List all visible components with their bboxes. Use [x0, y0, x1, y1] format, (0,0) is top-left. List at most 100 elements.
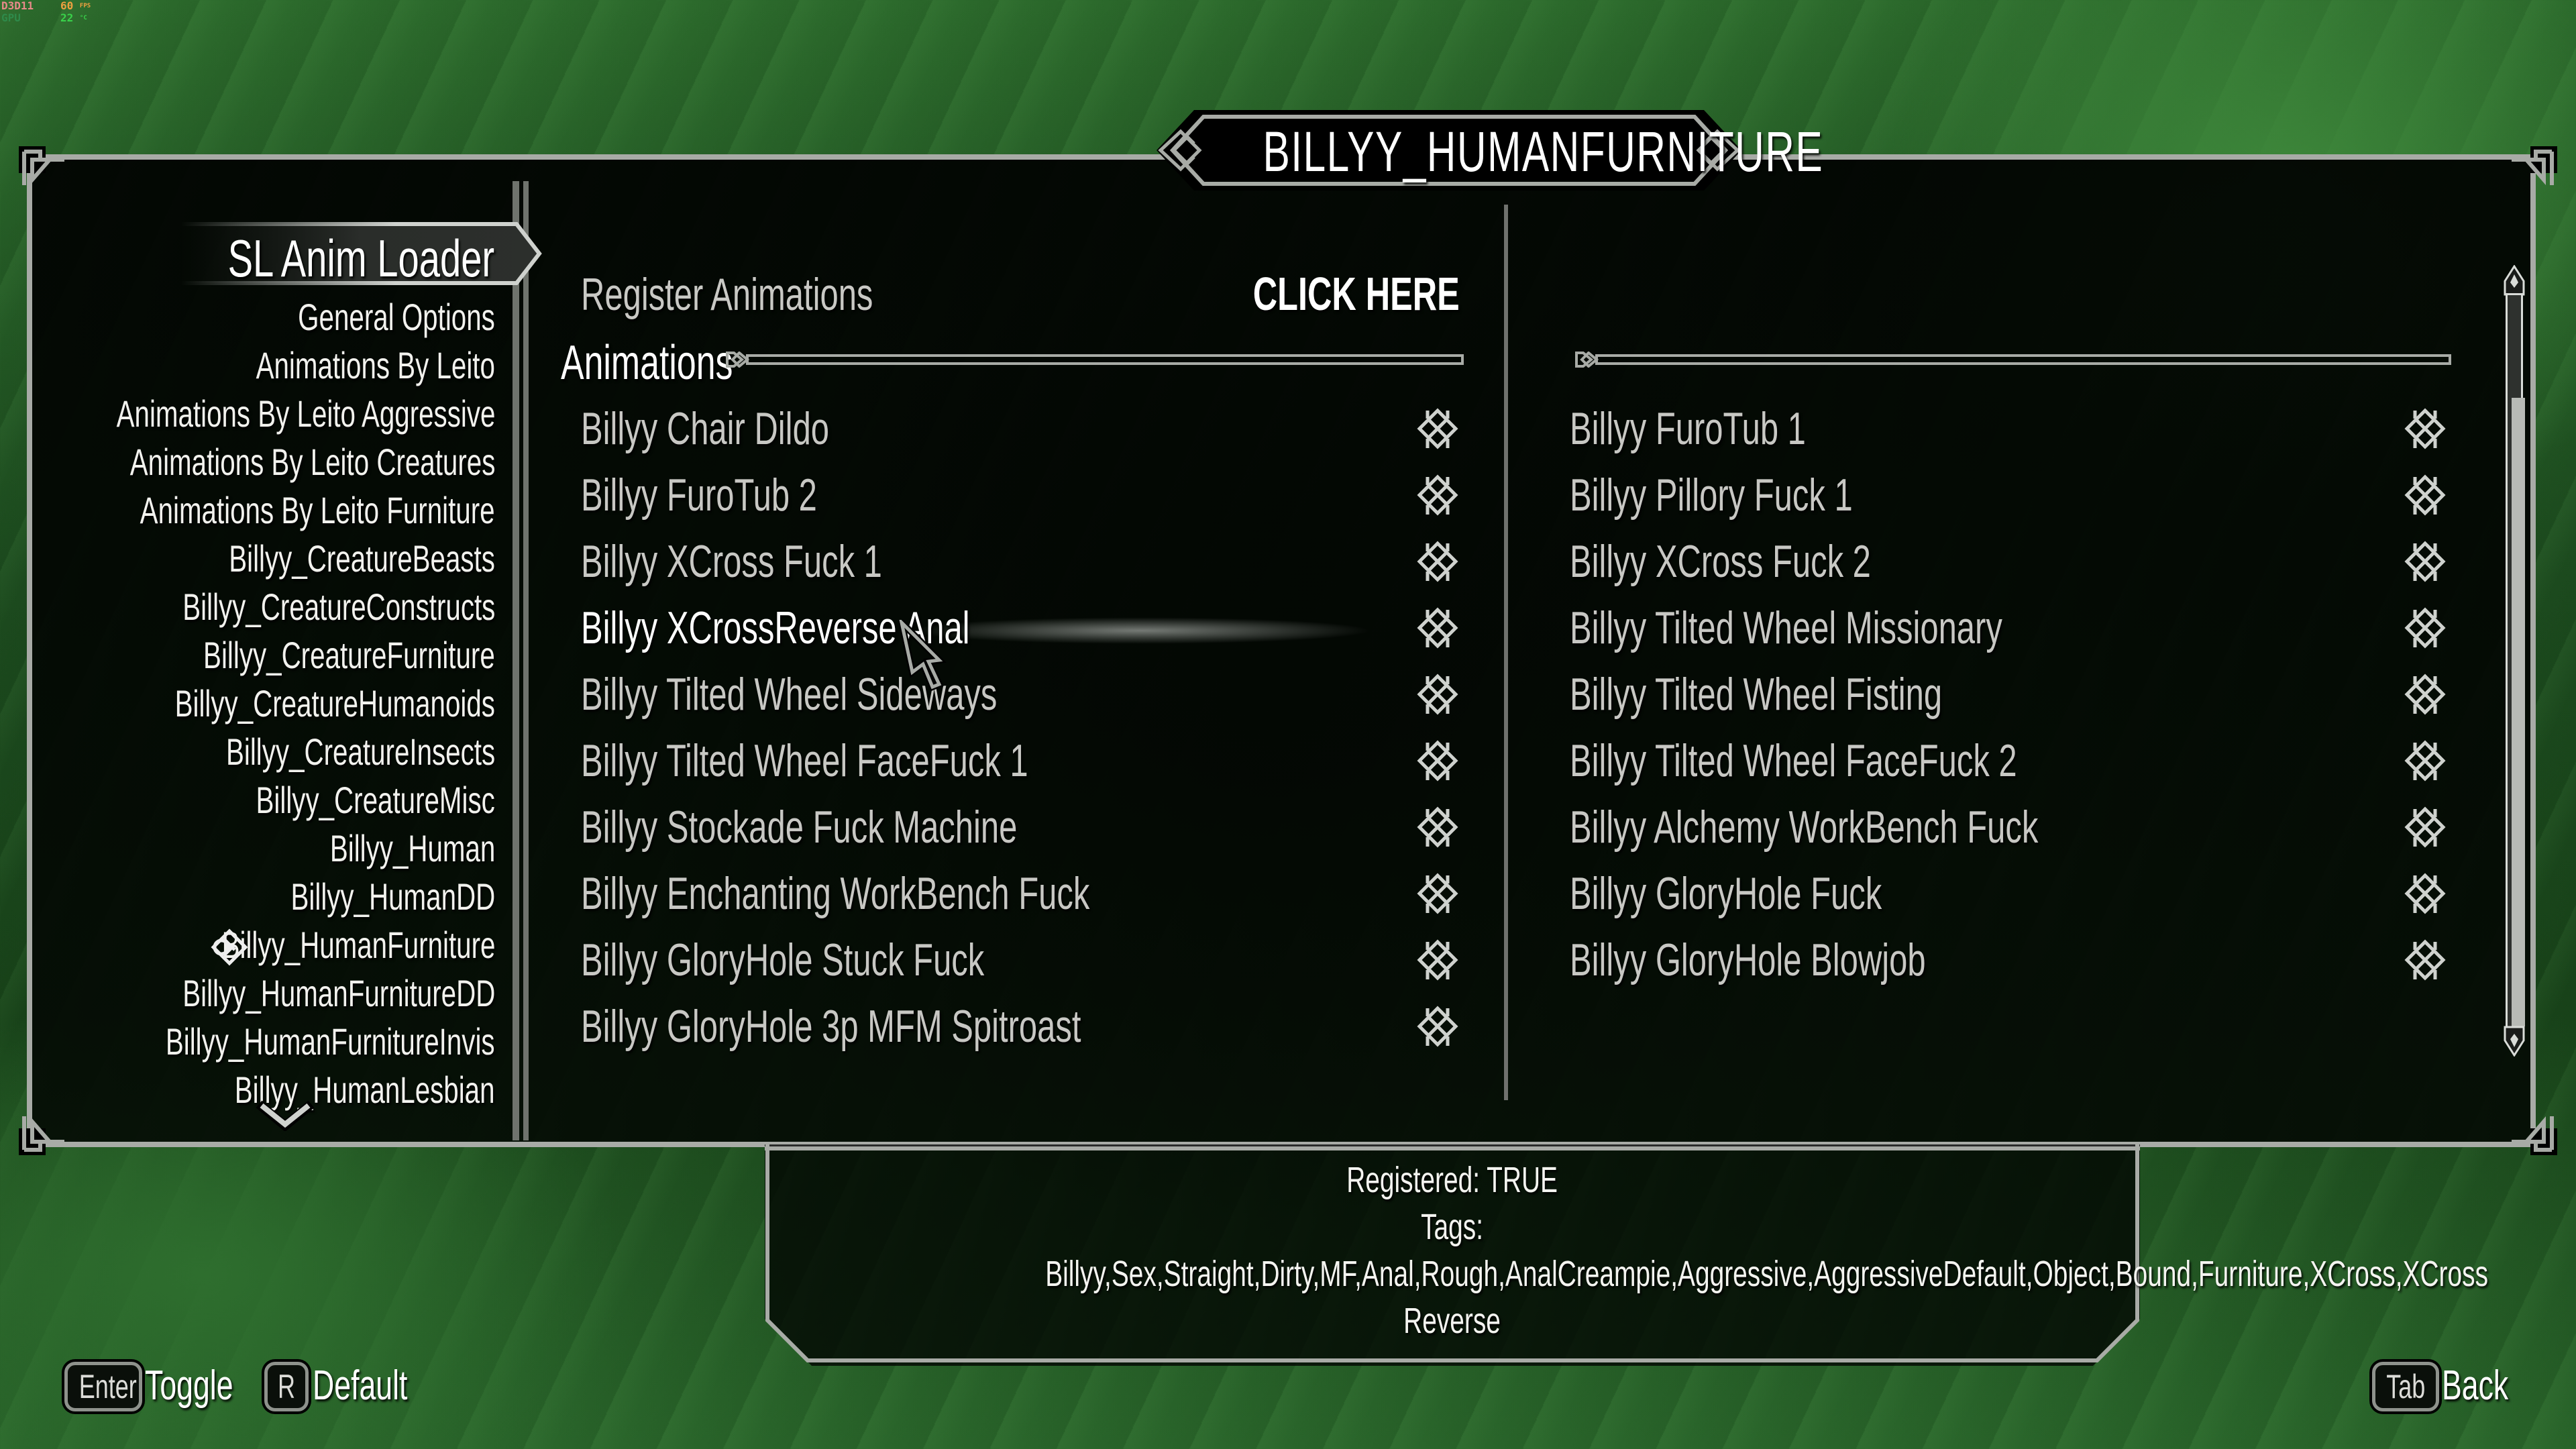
animation-toggle-row[interactable]: Billyy FuroTub 1 — [1570, 402, 2455, 463]
sidebar-item-label: Billyy_CreatureFurniture — [203, 634, 495, 676]
sidebar-item[interactable]: Animations By Leito Furniture — [2, 488, 495, 532]
back-hint[interactable]: Back — [2442, 1362, 2534, 1409]
scrollbar-thumb[interactable] — [2512, 397, 2525, 1026]
animation-toggle-row[interactable]: Billyy XCross Fuck 1 — [581, 535, 1468, 596]
sidebar-item[interactable]: Billyy_CreatureFurniture — [90, 633, 495, 677]
checkbox-unchecked-icon[interactable] — [1414, 1004, 1461, 1051]
sidebar-item-label: Animations By Leito — [256, 344, 495, 386]
animation-toggle-row[interactable]: Billyy Tilted Wheel FaceFuck 1 — [581, 735, 1468, 795]
sidebar-header: SL Anim Loader — [181, 220, 543, 288]
checkbox-unchecked-icon[interactable] — [1414, 473, 1461, 520]
sidebar-item-label: Billyy_CreatureBeasts — [229, 537, 495, 580]
sidebar-header-title: SL Anim Loader — [227, 229, 494, 288]
sidebar-item-label: Billyy_CreatureHumanoids — [174, 682, 495, 724]
checkbox-unchecked-icon[interactable] — [2402, 805, 2449, 852]
checkbox-unchecked-icon[interactable] — [1414, 407, 1461, 453]
sidebar-divider — [513, 181, 519, 1140]
scrollbar-track[interactable] — [2506, 293, 2525, 1028]
checkbox-unchecked-icon[interactable] — [2402, 407, 2449, 453]
scroll-down-arrow-icon[interactable] — [2504, 1026, 2525, 1057]
sidebar-item-label: Billyy_CreatureInsects — [225, 731, 495, 773]
animation-name: Billyy Tilted Wheel Fisting — [1570, 669, 1943, 720]
animation-name: Billyy GloryHole 3p MFM Spitroast — [581, 1001, 1081, 1052]
checkbox-unchecked-icon[interactable] — [1414, 606, 1461, 653]
sidebar-item-label: Billyy_HumanFurnitureDD — [182, 972, 495, 1014]
animation-toggle-row[interactable]: Billyy Stockade Fuck Machine — [581, 801, 1468, 861]
animation-toggle-row[interactable]: Billyy GloryHole Blowjob — [1570, 934, 2455, 994]
animation-name: Billyy Alchemy WorkBench Fuck — [1570, 802, 2039, 853]
sidebar-item[interactable]: Billyy_HumanFurnitureDD — [61, 971, 495, 1015]
animation-toggle-row[interactable]: Billyy FuroTub 2 — [581, 469, 1468, 529]
default-hint[interactable]: Default — [313, 1362, 444, 1409]
sidebar-item[interactable]: Billyy_CreatureBeasts — [125, 537, 495, 580]
r-key-button[interactable]: R — [264, 1362, 309, 1411]
sidebar-item[interactable]: Animations By Leito Creatures — [0, 440, 495, 484]
page-title-banner: BILLYY_HUMANFURNITURE — [1154, 107, 1823, 193]
animation-toggle-row[interactable]: Billyy Enchanting WorkBench Fuck — [581, 867, 1468, 928]
checkbox-unchecked-icon[interactable] — [1414, 871, 1461, 918]
scroll-up-arrow-icon[interactable] — [2504, 264, 2525, 296]
sidebar-item[interactable]: Billyy_Human — [266, 826, 495, 870]
sidebar-item-label: Billyy_Human — [329, 827, 495, 869]
sidebar-item[interactable]: Billyy_CreatureConstructs — [61, 585, 495, 629]
corner-knot-icon — [2509, 144, 2560, 195]
register-animations-label: Register Animations — [581, 269, 873, 320]
animation-name: Billyy Tilted Wheel Sideways — [581, 669, 998, 720]
animation-name: Billyy Enchanting WorkBench Fuck — [581, 868, 1090, 919]
scrollbar[interactable] — [2504, 264, 2525, 1057]
register-animations-button[interactable]: CLICK HERE — [1173, 267, 1460, 321]
animation-toggle-row[interactable]: Billyy Tilted Wheel Missionary — [1570, 602, 2455, 662]
sidebar-item[interactable]: Animations By Leito Aggressive — [0, 392, 495, 435]
checkbox-unchecked-icon[interactable] — [2402, 606, 2449, 653]
toggle-hint[interactable]: Toggle — [145, 1362, 268, 1409]
checkbox-unchecked-icon[interactable] — [2402, 739, 2449, 786]
fps-unit: FPS — [79, 3, 91, 9]
graphics-api-label: D3D11 — [1, 0, 34, 12]
sidebar-item-label: Animations By Leito Aggressive — [116, 392, 495, 435]
checkbox-unchecked-icon[interactable] — [1414, 739, 1461, 786]
animation-name: Billyy GloryHole Fuck — [1570, 868, 1882, 919]
sidebar-item[interactable]: General Options — [221, 295, 495, 339]
animation-toggle-row[interactable]: Billyy Pillory Fuck 1 — [1570, 469, 2455, 529]
performance-overlay: D3D11 60 FPS GPU 22 °C — [1, 0, 91, 24]
animation-name: Billyy Tilted Wheel FaceFuck 2 — [1570, 735, 2017, 786]
checkbox-unchecked-icon[interactable] — [2402, 473, 2449, 520]
animation-toggle-row[interactable]: Billyy Tilted Wheel Fisting — [1570, 668, 2455, 729]
mouse-cursor-icon — [896, 612, 959, 694]
chevron-down-icon[interactable] — [255, 1100, 315, 1132]
animation-toggle-row[interactable]: Billyy Tilted Wheel Sideways — [581, 668, 1468, 729]
checkbox-unchecked-icon[interactable] — [2402, 672, 2449, 719]
sidebar-item[interactable]: Billyy_CreatureMisc — [163, 778, 495, 822]
animation-toggle-row[interactable]: Billyy XCross Fuck 2 — [1570, 535, 2455, 596]
checkbox-unchecked-icon[interactable] — [2402, 871, 2449, 918]
checkbox-unchecked-icon[interactable] — [2402, 938, 2449, 985]
checkbox-unchecked-icon[interactable] — [2402, 539, 2449, 586]
animation-name: Billyy Tilted Wheel Missionary — [1570, 602, 2002, 653]
checkbox-unchecked-icon[interactable] — [1414, 805, 1461, 852]
sidebar-item[interactable]: Billyy_HumanFurniture — [115, 923, 495, 967]
sidebar-item-label: Billyy_CreatureConstructs — [182, 586, 495, 628]
sidebar-item[interactable]: Billyy_CreatureHumanoids — [50, 682, 495, 725]
animation-toggle-row[interactable]: Billyy XCrossReverse Anal — [581, 602, 1468, 662]
enter-key-button[interactable]: Enter — [64, 1362, 142, 1411]
corner-knot-icon — [16, 144, 67, 195]
checkbox-unchecked-icon[interactable] — [1414, 938, 1461, 985]
animation-toggle-row[interactable]: Billyy Tilted Wheel FaceFuck 2 — [1570, 735, 2455, 795]
gpu-temp-unit: °C — [79, 15, 87, 21]
animation-toggle-row[interactable]: Billyy Alchemy WorkBench Fuck — [1570, 801, 2455, 861]
sidebar-item[interactable]: Billyy_HumanFurnitureInvis — [38, 1020, 495, 1063]
sidebar-item[interactable]: Billyy_CreatureInsects — [121, 730, 495, 773]
animation-toggle-row[interactable]: Billyy GloryHole 3p MFM Spitroast — [581, 1000, 1468, 1061]
checkbox-unchecked-icon[interactable] — [1414, 672, 1461, 719]
section-divider — [724, 351, 1465, 368]
sidebar-item[interactable]: Billyy_HumanDD — [211, 875, 495, 918]
animation-toggle-row[interactable]: Billyy GloryHole Stuck Fuck — [581, 934, 1468, 994]
animation-toggle-row[interactable]: Billyy Chair Dildo — [581, 402, 1468, 463]
animation-name: Billyy GloryHole Stuck Fuck — [581, 934, 985, 985]
sidebar-item[interactable]: Animations By Leito — [163, 343, 495, 387]
animation-toggle-row[interactable]: Billyy GloryHole Fuck — [1570, 867, 2455, 928]
tab-key-button[interactable]: Tab — [2372, 1362, 2439, 1411]
checkbox-unchecked-icon[interactable] — [1414, 539, 1461, 586]
registered-status: Registered: TRUE — [1346, 1160, 1558, 1200]
sidebar-item-label: Billyy_HumanFurniture — [221, 924, 495, 966]
